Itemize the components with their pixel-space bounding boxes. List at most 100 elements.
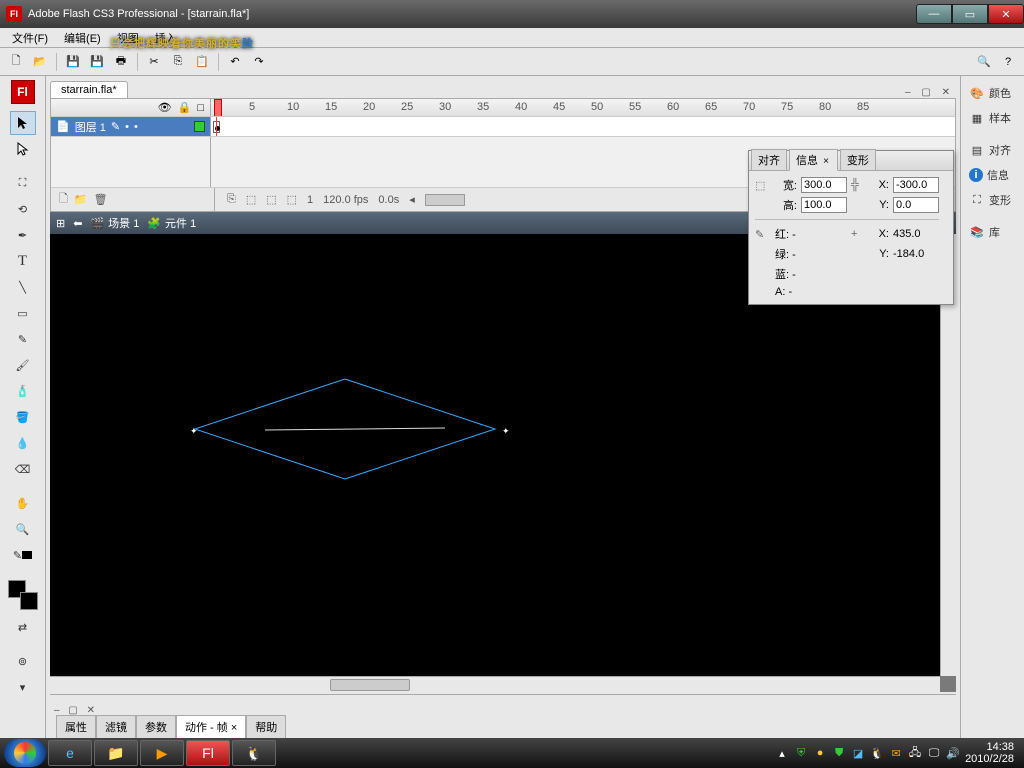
- tray-disp-icon[interactable]: 🖵: [927, 746, 941, 760]
- menu-edit[interactable]: 编辑(E): [56, 28, 109, 48]
- copy-icon[interactable]: ⎘: [168, 52, 188, 72]
- menu-view[interactable]: 视图: [109, 28, 147, 48]
- text-tool[interactable]: T: [10, 249, 36, 273]
- pencil-tool[interactable]: ✎: [10, 327, 36, 351]
- swap-colors-icon[interactable]: ⇄: [10, 615, 36, 639]
- help-icon[interactable]: ?: [998, 52, 1018, 72]
- width-input[interactable]: [801, 177, 847, 193]
- hand-tool[interactable]: ✋: [10, 491, 36, 515]
- tray-shield2-icon[interactable]: ⛊: [832, 746, 846, 760]
- undo-icon[interactable]: ↶: [225, 52, 245, 72]
- tab-align[interactable]: 对齐: [751, 149, 787, 170]
- onion-skin-icon[interactable]: ⬚: [246, 193, 256, 206]
- close-tab-icon[interactable]: ×: [231, 722, 237, 734]
- delete-layer-icon[interactable]: 🗑: [94, 193, 108, 206]
- search-icon[interactable]: 🔍: [974, 52, 994, 72]
- pen-tool[interactable]: ✒: [10, 223, 36, 247]
- taskbar-explorer[interactable]: 📁: [94, 740, 138, 766]
- layer-dot[interactable]: •: [134, 121, 138, 133]
- taskbar-ie[interactable]: e: [48, 740, 92, 766]
- tab-filters[interactable]: 滤镜: [96, 715, 136, 738]
- info-panel[interactable]: 对齐 信息 × 变形 ⬚ 宽: ╬ X: 高: Y: ✎ 红: - + X: 4…: [748, 150, 954, 305]
- horizontal-scrollbar[interactable]: [50, 676, 940, 692]
- diamond-shape[interactable]: [185, 374, 505, 494]
- line-tool[interactable]: ╲: [10, 275, 36, 299]
- tab-help[interactable]: 帮助: [246, 715, 286, 738]
- print-icon[interactable]: 🖶: [111, 52, 131, 72]
- panel-align[interactable]: ▤对齐: [963, 138, 1022, 162]
- lock-icon[interactable]: 🔒: [178, 101, 192, 114]
- tab-params[interactable]: 参数: [136, 715, 176, 738]
- brush-tool[interactable]: 🖌: [10, 353, 36, 377]
- save-all-icon[interactable]: 💾: [87, 52, 107, 72]
- panel-color[interactable]: 🎨颜色: [963, 81, 1022, 105]
- edit-multi-icon[interactable]: ⬚: [287, 193, 297, 206]
- taskbar-flash[interactable]: Fl: [186, 740, 230, 766]
- tab-transform[interactable]: 变形: [840, 149, 876, 170]
- new-layer-icon[interactable]: 🗋: [59, 190, 68, 209]
- back-icon[interactable]: ⬅: [73, 217, 82, 230]
- frames-track[interactable]: [211, 117, 955, 136]
- eyedropper-tool[interactable]: 💧: [10, 431, 36, 455]
- paint-bucket-tool[interactable]: 🪣: [10, 405, 36, 429]
- paste-icon[interactable]: 📋: [192, 52, 212, 72]
- layer-color-swatch[interactable]: [194, 121, 205, 132]
- scene-crumb[interactable]: 🎬 场景 1: [90, 215, 139, 231]
- snap-tool[interactable]: ⊚: [10, 649, 36, 673]
- onion-outline-icon[interactable]: ⬚: [266, 193, 276, 206]
- redo-icon[interactable]: ↷: [249, 52, 269, 72]
- tray-vol-icon[interactable]: 🔊: [946, 746, 960, 760]
- anchor-left-icon[interactable]: ✦: [190, 426, 198, 434]
- tray-ball-icon[interactable]: ●: [813, 746, 827, 760]
- playhead-icon[interactable]: [214, 99, 222, 117]
- tab-properties[interactable]: 属性: [56, 715, 96, 738]
- taskbar-clock[interactable]: 14:38 2010/2/28: [965, 741, 1014, 765]
- maximize-button[interactable]: ▭: [952, 4, 988, 24]
- panel-swatches[interactable]: ▦样本: [963, 106, 1022, 130]
- close-icon[interactable]: ×: [821, 154, 831, 169]
- panel-info[interactable]: i信息: [963, 163, 1022, 187]
- open-file-icon[interactable]: 📂: [30, 52, 50, 72]
- tray-shield-icon[interactable]: ⛨: [794, 746, 808, 760]
- y-input[interactable]: [893, 197, 939, 213]
- subselection-tool[interactable]: [10, 137, 36, 161]
- eraser-tool[interactable]: ⌫: [10, 457, 36, 481]
- timeline-scroll-thumb[interactable]: [425, 194, 465, 206]
- stroke-color[interactable]: ✎: [10, 543, 36, 567]
- layer-dot[interactable]: •: [125, 121, 129, 133]
- registration-icon[interactable]: ╬: [851, 179, 867, 191]
- save-icon[interactable]: 💾: [63, 52, 83, 72]
- document-tab[interactable]: starrain.fla*: [50, 81, 128, 98]
- free-transform-tool[interactable]: ⛶: [10, 171, 36, 195]
- lasso-tool[interactable]: ⟲: [10, 197, 36, 221]
- ink-bottle-tool[interactable]: 🧴: [10, 379, 36, 403]
- height-input[interactable]: [801, 197, 847, 213]
- timeline-toggle-icon[interactable]: ⊞: [56, 217, 65, 230]
- scroll-left-icon[interactable]: ◂: [409, 193, 415, 206]
- tray-qq-icon[interactable]: 🐧: [870, 746, 884, 760]
- scroll-thumb[interactable]: [330, 679, 410, 691]
- tab-info[interactable]: 信息 ×: [789, 149, 838, 171]
- taskbar-media[interactable]: ▶: [140, 740, 184, 766]
- x-input[interactable]: [893, 177, 939, 193]
- tray-net-icon[interactable]: 🖧: [908, 746, 922, 760]
- rectangle-tool[interactable]: ▭: [10, 301, 36, 325]
- anchor-right-icon[interactable]: ✦: [502, 426, 510, 434]
- tray-up-icon[interactable]: ▴: [775, 746, 789, 760]
- symbol-crumb[interactable]: 🧩 元件 1: [147, 215, 196, 231]
- tray-msg-icon[interactable]: ✉: [889, 746, 903, 760]
- taskbar-qq[interactable]: 🐧: [232, 740, 276, 766]
- new-folder-icon[interactable]: 📁: [74, 193, 88, 206]
- center-frame-icon[interactable]: ⎘: [227, 193, 236, 206]
- doc-window-controls[interactable]: – ▢ ✕: [905, 87, 954, 98]
- eye-icon[interactable]: 👁: [158, 101, 172, 114]
- cut-icon[interactable]: ✂: [144, 52, 164, 72]
- layer-name[interactable]: 图层 1: [75, 119, 106, 135]
- zoom-tool[interactable]: 🔍: [10, 517, 36, 541]
- outline-icon[interactable]: □: [197, 102, 204, 114]
- minimize-button[interactable]: —: [916, 4, 952, 24]
- color-swatches[interactable]: [8, 580, 38, 610]
- timeline-ruler[interactable]: 👁 🔒 □ 1510152025303540455055606570758085: [51, 99, 955, 117]
- timeline-layer-row[interactable]: 📄 图层 1 ✎ • •: [51, 117, 955, 137]
- panel-library[interactable]: 📚库: [963, 220, 1022, 244]
